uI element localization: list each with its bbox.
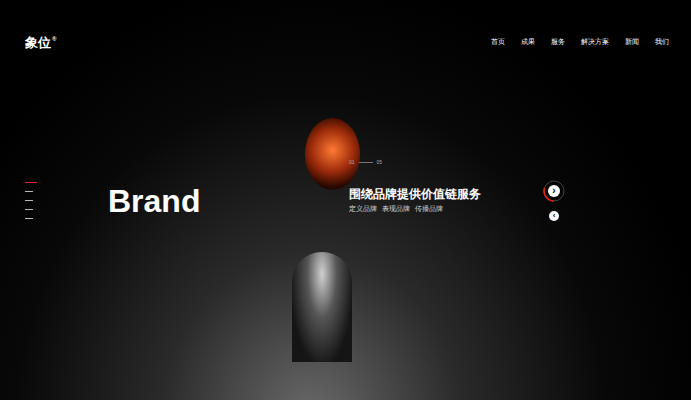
slide-tags: 定义品牌表现品牌传播品牌 xyxy=(349,204,539,214)
nav: 首页 成果 服务 解决方案 新闻 我们 xyxy=(491,37,669,47)
slide-indicator[interactable] xyxy=(25,209,33,210)
prev-button[interactable]: ‹ xyxy=(549,211,559,221)
orange-drop xyxy=(305,118,360,190)
slide: Brand0105围绕品牌提供价值链服务定义品牌表现品牌传播品牌›‹ xyxy=(0,158,691,221)
nav-item[interactable]: 成果 xyxy=(521,37,535,47)
nav-item[interactable]: 解决方案 xyxy=(581,37,609,47)
hero-page: 象位® 首页 成果 服务 解决方案 新闻 我们 Brand 0105 围绕品牌提供价值链服务定义品… xyxy=(0,0,691,400)
slide-text: 0105 围绕品牌提供价值链服务定义品牌表现品牌传播品牌 xyxy=(349,158,539,221)
slide-tag: 定义品牌 xyxy=(349,204,377,214)
slide-counter: 0105 xyxy=(349,158,539,166)
slide-controls: ›‹ xyxy=(541,158,567,221)
nav-item[interactable]: 我们 xyxy=(655,37,669,47)
nav-item[interactable]: 服务 xyxy=(551,37,565,47)
logo[interactable]: 象位® xyxy=(25,36,56,49)
next-button[interactable]: › xyxy=(542,179,566,203)
header: 象位® 首页 成果 服务 解决方案 新闻 我们 xyxy=(0,0,691,58)
slide-indicator[interactable] xyxy=(25,200,33,201)
counter-line xyxy=(359,162,373,163)
slide-indicators xyxy=(0,182,108,221)
slide-tag: 传播品牌 xyxy=(415,204,443,214)
slide-indicator[interactable] xyxy=(25,191,33,192)
slide-title: Brand xyxy=(108,182,349,221)
slide-headline: 围绕品牌提供价值链服务 xyxy=(349,186,539,202)
hero-photo xyxy=(0,0,691,400)
slide-indicator[interactable] xyxy=(25,218,33,219)
nav-item[interactable]: 新闻 xyxy=(625,37,639,47)
water-splash xyxy=(292,252,352,362)
nav-item[interactable]: 首页 xyxy=(491,37,505,47)
slide-tag: 表现品牌 xyxy=(382,204,410,214)
slide-indicator[interactable] xyxy=(25,182,37,183)
